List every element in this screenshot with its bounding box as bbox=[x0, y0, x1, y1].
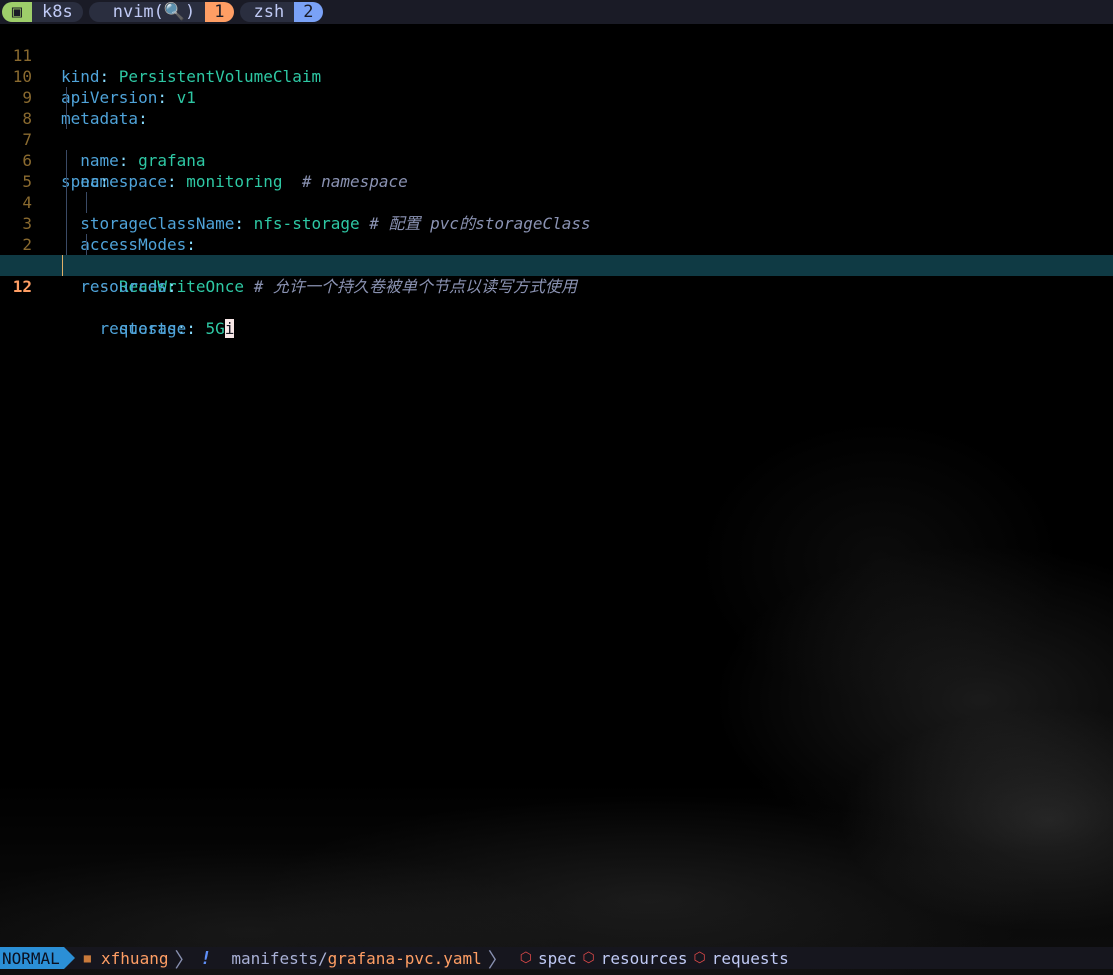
text-cursor: i bbox=[224, 319, 235, 338]
code-line[interactable]: 8 name: grafana bbox=[0, 87, 1113, 170]
chevron-right-icon: 〉 bbox=[174, 947, 195, 972]
breadcrumb-requests[interactable]: requests bbox=[712, 947, 789, 969]
yaml-value: 5G bbox=[205, 319, 225, 338]
current-line[interactable]: 12 storage: 5Gi bbox=[0, 255, 1113, 338]
editor-buffer[interactable]: 11 kind: PersistentVolumeClaim 10 apiVer… bbox=[0, 24, 1113, 338]
breadcrumb-resources[interactable]: resources bbox=[601, 947, 688, 969]
indent-guide bbox=[66, 213, 67, 234]
indent-guide bbox=[62, 255, 63, 276]
mode-indicator: NORMAL bbox=[0, 947, 75, 969]
code-line[interactable]: 1 requests: bbox=[0, 234, 1113, 338]
yaml-key: storage bbox=[118, 319, 187, 338]
code-text: resources: bbox=[80, 277, 177, 296]
indent-guide bbox=[66, 87, 67, 108]
code-line[interactable]: 10 apiVersion: v1 bbox=[0, 45, 1113, 107]
tmux-window-name: zsh bbox=[239, 2, 295, 22]
code-line[interactable]: 2 resources: bbox=[0, 213, 1113, 296]
tmux-window-number: 2 bbox=[294, 2, 323, 22]
code-line[interactable]: 3 - ReadWriteOnce # 允许一个持久卷被单个节点以读写方式使用 bbox=[0, 192, 1113, 296]
nvim-statusline: NORMAL ■ xfhuang 〉 ! manifests/ grafana-… bbox=[0, 947, 1113, 972]
diagnostic-icon: ! bbox=[200, 947, 212, 969]
cube-icon: ⬡ bbox=[519, 950, 532, 966]
yaml-key: resources bbox=[80, 277, 167, 296]
code-line[interactable]: 9 metadata: bbox=[0, 66, 1113, 128]
file-path-dir: manifests/ bbox=[231, 948, 328, 968]
code-line[interactable]: 6 spec: bbox=[0, 129, 1113, 191]
code-line[interactable]: 4 accessModes: bbox=[0, 171, 1113, 254]
code-line[interactable]: 7 namespace: monitoring # namespace bbox=[0, 108, 1113, 191]
breadcrumb-spec[interactable]: spec bbox=[538, 947, 577, 969]
code-text: storage: 5Gi bbox=[118, 319, 235, 338]
yaml-comment: # 允许一个持久卷被单个节点以读写方式使用 bbox=[253, 277, 577, 296]
tmux-session-name[interactable]: k8s bbox=[32, 2, 83, 22]
indent-guide bbox=[66, 150, 67, 171]
indent-guide bbox=[66, 234, 67, 255]
tmux-window-2[interactable]: zsh 2 bbox=[239, 2, 323, 22]
line-number: 12 bbox=[12, 277, 32, 296]
chevron-right-icon: 〉 bbox=[487, 947, 508, 972]
tmux-status-bar: ▣ k8s nvim(🔍) 1 zsh 2 bbox=[0, 0, 1113, 24]
folder-icon: ■ bbox=[83, 951, 92, 965]
cube-icon: ⬡ bbox=[693, 950, 706, 966]
indent-guide bbox=[86, 192, 87, 213]
workspace-user: xfhuang bbox=[101, 948, 169, 968]
terminal-icon: ▣ bbox=[2, 2, 32, 22]
code-line[interactable]: 11 kind: PersistentVolumeClaim bbox=[0, 24, 1113, 86]
indent-guide bbox=[66, 108, 67, 129]
indent-guide bbox=[86, 234, 87, 255]
tmux-window-1[interactable]: nvim(🔍) 1 bbox=[88, 2, 234, 22]
file-name: grafana-pvc.yaml bbox=[327, 948, 482, 968]
code-line[interactable]: 5 storageClassName: nfs-storage # 配置 pvc… bbox=[0, 150, 1113, 233]
cube-icon: ⬡ bbox=[582, 950, 595, 966]
indent-guide bbox=[66, 171, 67, 192]
indent-guide bbox=[66, 192, 67, 213]
tmux-window-number: 1 bbox=[205, 2, 234, 22]
tmux-window-name: nvim(🔍) bbox=[88, 2, 206, 22]
